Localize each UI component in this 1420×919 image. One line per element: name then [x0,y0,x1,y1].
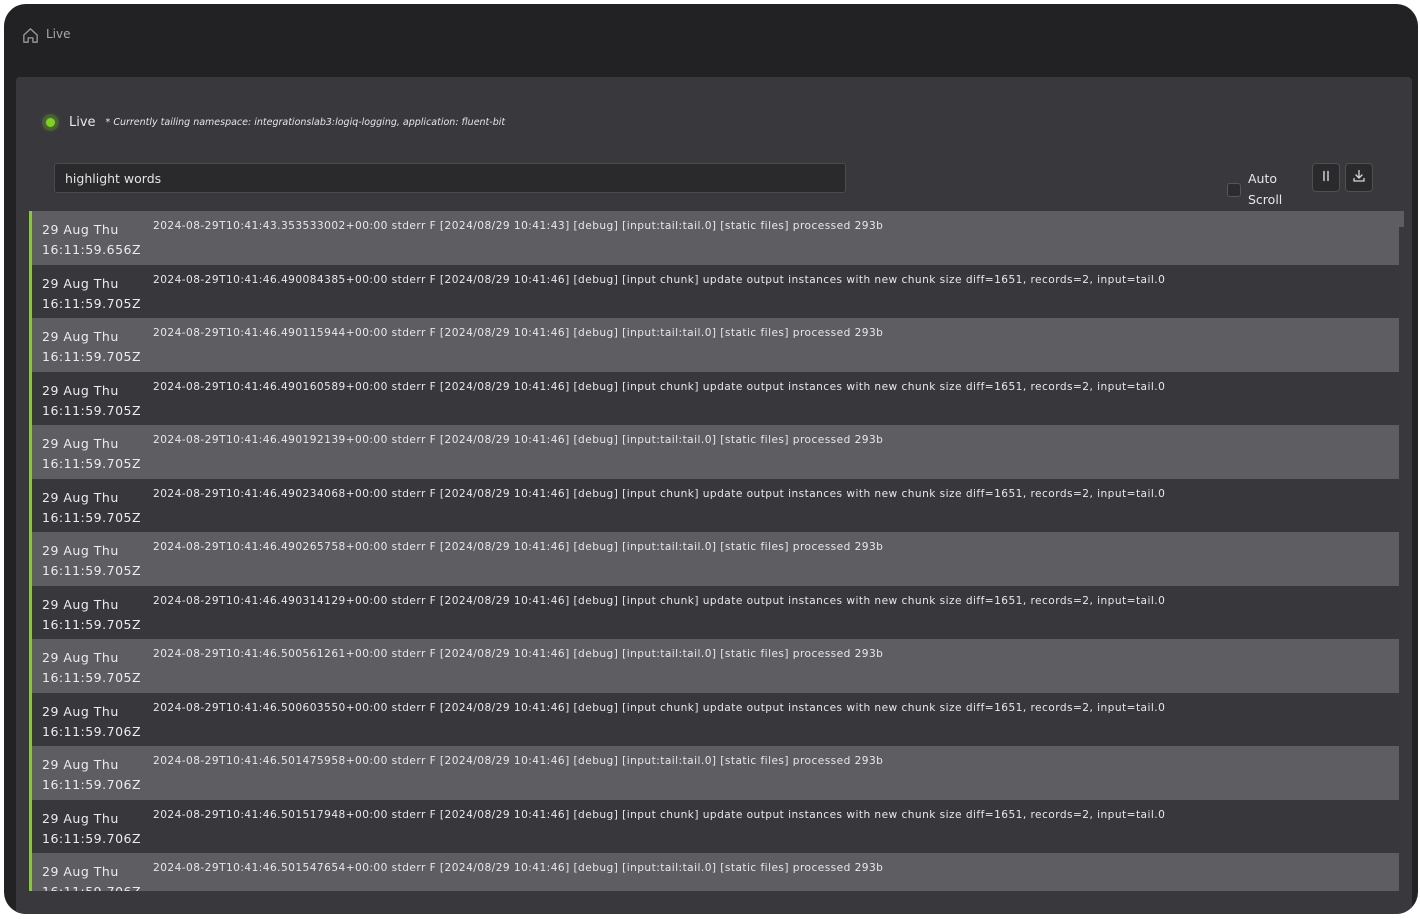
log-row[interactable]: 29 Aug Thu 16:11:59.705Z 2024-08-29T10:41:… [32,318,1399,372]
log-timestamp: 29 Aug Thu 16:11:59.705Z [32,434,145,474]
log-date: 29 Aug Thu [42,489,119,505]
live-tail-panel: Live * Currently tailing namespace: inte… [16,77,1412,914]
log-time: 16:11:59.705Z [42,456,142,471]
log-message: 2024-08-29T10:41:46.501517948+00:00 stde… [153,808,1166,821]
pause-icon [1319,168,1333,187]
log-date: 29 Aug Thu [42,864,119,879]
log-date: 29 Aug Thu [42,810,119,826]
log-row[interactable]: 29 Aug Thu 16:11:59.705Z 2024-08-29T10:41:… [32,639,1399,693]
log-timestamp: 29 Aug Thu 16:11:59.705Z [32,541,145,581]
log-message: 2024-08-29T10:41:46.490084385+00:00 stde… [153,273,1166,286]
log-row[interactable]: 29 Aug Thu 16:11:59.705Z 2024-08-29T10:41:… [32,371,1399,425]
breadcrumb: Live [4,4,1418,64]
tailing-note: * Currently tailing namespace: integrati… [105,117,506,128]
log-time: 16:11:59.705Z [42,670,142,685]
highlight-input[interactable] [54,163,846,193]
log-timestamp: 29 Aug Thu 16:11:59.705Z [32,274,145,314]
log-time: 16:11:59.705Z [42,402,142,418]
log-timestamp: 29 Aug Thu 16:11:59.705Z [32,488,145,528]
log-row[interactable]: 29 Aug Thu 16:11:59.706Z 2024-08-29T10:41:… [32,746,1399,800]
log-time: 16:11:59.706Z [42,723,142,739]
log-row[interactable]: 29 Aug Thu 16:11:59.705Z 2024-08-29T10:41:… [32,264,1399,318]
log-time: 16:11:59.656Z [42,242,142,257]
log-timestamp: 29 Aug Thu 16:11:59.706Z [32,702,145,742]
log-row[interactable]: 29 Aug Thu 16:11:59.706Z 2024-08-29T10:41:… [32,853,1399,891]
log-message: 2024-08-29T10:41:46.490265758+00:00 stde… [153,541,884,553]
log-message: 2024-08-29T10:41:46.490234068+00:00 stde… [153,487,1166,500]
log-row[interactable]: 29 Aug Thu 16:11:59.705Z 2024-08-29T10:41:… [32,478,1399,532]
log-message: 2024-08-29T10:41:46.490115944+00:00 stde… [153,327,884,339]
log-date: 29 Aug Thu [42,275,119,291]
log-time: 16:11:59.706Z [42,777,142,792]
log-list[interactable]: 29 Aug Thu 16:11:59.656Z 2024-08-29T10:41:… [29,211,1399,891]
log-date: 29 Aug Thu [42,382,119,398]
log-time: 16:11:59.705Z [42,295,142,311]
log-timestamp: 29 Aug Thu 16:11:59.706Z [32,755,145,795]
log-timestamp: 29 Aug Thu 16:11:59.706Z [32,809,145,849]
log-time: 16:11:59.705Z [42,349,142,364]
log-date: 29 Aug Thu [42,329,119,344]
log-message: 2024-08-29T10:41:46.490160589+00:00 stde… [153,380,1166,393]
log-message: 2024-08-29T10:41:46.501547654+00:00 stde… [153,862,884,874]
auto-scroll-checkbox[interactable] [1227,183,1241,197]
live-indicator-icon [46,118,55,127]
log-row[interactable]: 29 Aug Thu 16:11:59.656Z 2024-08-29T10:41:… [32,211,1399,265]
pause-button[interactable] [1312,163,1340,192]
live-status: Live * Currently tailing namespace: inte… [44,115,505,130]
log-message: 2024-08-29T10:41:46.500561261+00:00 stde… [153,648,884,660]
live-label: Live [69,115,96,130]
log-timestamp: 29 Aug Thu 16:11:59.705Z [32,327,145,367]
log-time: 16:11:59.705Z [42,616,142,632]
log-time: 16:11:59.706Z [42,830,142,846]
log-row[interactable]: 29 Aug Thu 16:11:59.706Z 2024-08-29T10:41:… [32,799,1399,853]
log-date: 29 Aug Thu [42,222,119,237]
log-timestamp: 29 Aug Thu 16:11:59.706Z [32,862,145,891]
log-date: 29 Aug Thu [42,703,119,719]
log-timestamp: 29 Aug Thu 16:11:59.705Z [32,381,145,421]
log-time: 16:11:59.706Z [42,882,145,891]
download-icon [1352,168,1366,187]
log-row[interactable]: 29 Aug Thu 16:11:59.705Z 2024-08-29T10:41:… [32,585,1399,639]
download-button[interactable] [1345,163,1373,192]
log-message: 2024-08-29T10:41:46.500603550+00:00 stde… [153,701,1166,714]
log-date: 29 Aug Thu [42,650,119,665]
log-message: 2024-08-29T10:41:46.501475958+00:00 stde… [153,755,884,767]
home-icon[interactable] [21,26,40,45]
log-message: 2024-08-29T10:41:46.490314129+00:00 stde… [153,594,1166,607]
log-time: 16:11:59.705Z [42,509,142,525]
log-date: 29 Aug Thu [42,543,119,558]
log-time: 16:11:59.705Z [42,563,142,578]
log-date: 29 Aug Thu [42,596,119,612]
auto-scroll-toggle[interactable]: Auto Scroll [1227,168,1288,210]
breadcrumb-live[interactable]: Live [46,27,71,41]
auto-scroll-label: Auto Scroll [1248,171,1283,207]
log-timestamp: 29 Aug Thu 16:11:59.656Z [32,220,145,260]
log-date: 29 Aug Thu [42,757,119,772]
log-date: 29 Aug Thu [42,436,119,451]
log-message: 2024-08-29T10:41:43.353533002+00:00 stde… [153,220,884,232]
log-scrollbar[interactable] [1399,211,1404,227]
log-row[interactable]: 29 Aug Thu 16:11:59.705Z 2024-08-29T10:41:… [32,425,1399,479]
log-timestamp: 29 Aug Thu 16:11:59.705Z [32,595,145,635]
log-row[interactable]: 29 Aug Thu 16:11:59.705Z 2024-08-29T10:41:… [32,532,1399,586]
log-message: 2024-08-29T10:41:46.490192139+00:00 stde… [153,434,884,446]
log-row[interactable]: 29 Aug Thu 16:11:59.706Z 2024-08-29T10:41:… [32,692,1399,746]
log-timestamp: 29 Aug Thu 16:11:59.705Z [32,648,145,688]
app-window: Live Live * Currently tailing namespace:… [4,4,1418,914]
